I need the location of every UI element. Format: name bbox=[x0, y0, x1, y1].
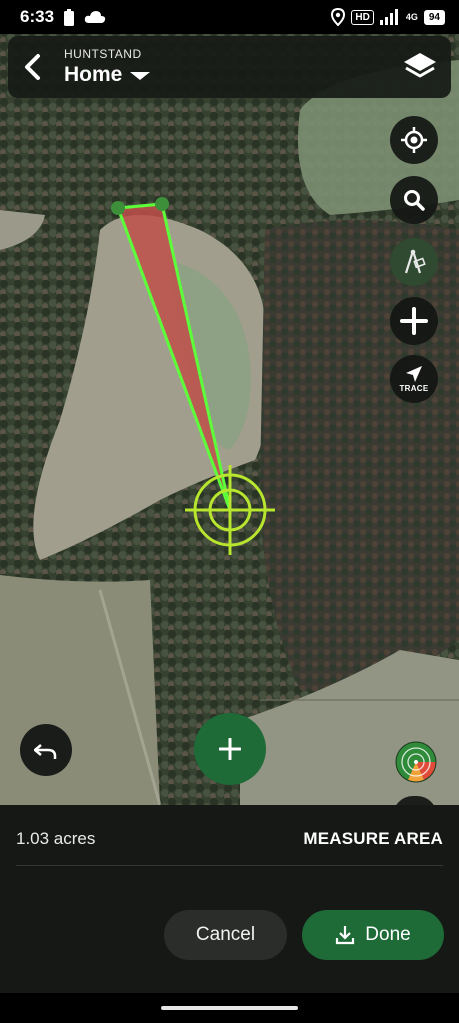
plus-icon bbox=[400, 307, 428, 335]
done-label: Done bbox=[365, 924, 411, 945]
add-button[interactable] bbox=[390, 297, 438, 345]
plus-icon bbox=[219, 738, 241, 760]
cancel-button[interactable]: Cancel bbox=[164, 910, 287, 960]
wind-radar-icon bbox=[395, 741, 437, 783]
trace-button[interactable]: TRACE bbox=[390, 355, 438, 403]
battery-indicator: 94 bbox=[423, 9, 445, 25]
home-gesture-handle[interactable] bbox=[161, 1006, 298, 1010]
undo-button[interactable] bbox=[20, 724, 72, 776]
measure-summary: 1.03 acres MEASURE AREA bbox=[16, 829, 443, 849]
location-icon bbox=[331, 8, 346, 26]
done-button[interactable]: Done bbox=[302, 910, 444, 960]
download-icon bbox=[336, 926, 355, 945]
crosshair-locate-icon bbox=[401, 127, 427, 153]
clock: 6:33 bbox=[20, 7, 55, 26]
trace-label: TRACE bbox=[399, 384, 429, 393]
cloud-icon bbox=[84, 11, 106, 23]
map-title-block[interactable]: HUNTSTAND Home bbox=[64, 47, 151, 87]
system-nav-bar bbox=[0, 993, 459, 1023]
app-name: HUNTSTAND bbox=[64, 47, 142, 61]
add-point-button[interactable] bbox=[194, 713, 266, 785]
layers-button[interactable] bbox=[389, 36, 451, 98]
undo-icon bbox=[34, 744, 57, 759]
vertex-handle[interactable] bbox=[155, 197, 169, 211]
measure-tool-button[interactable] bbox=[390, 238, 438, 286]
chevron-left-icon bbox=[25, 54, 40, 80]
status-bar: 6:33 HD 4G 94 bbox=[0, 0, 459, 34]
area-value: 1.03 acres bbox=[16, 829, 96, 848]
hd-badge: HD bbox=[351, 9, 374, 25]
wind-radar-button[interactable] bbox=[394, 740, 438, 784]
network-type: 4G bbox=[405, 11, 418, 22]
battery-saver-icon bbox=[64, 8, 75, 26]
map-header: HUNTSTAND Home bbox=[8, 36, 451, 98]
locate-button[interactable] bbox=[390, 116, 438, 164]
aerial-imagery bbox=[0, 0, 459, 805]
measure-panel: 1.03 acres MEASURE AREA Cancel Done bbox=[0, 805, 459, 993]
cell-signal-icon bbox=[379, 9, 398, 25]
screen: HUNTSTAND Home TRACE 6:33 HD 4G 94 1.03 … bbox=[0, 0, 459, 1023]
compass-ruler-icon bbox=[404, 249, 426, 274]
search-button[interactable] bbox=[390, 176, 438, 224]
map-selector[interactable]: Home bbox=[64, 63, 151, 87]
vertex-handle[interactable] bbox=[111, 201, 125, 215]
search-icon bbox=[404, 190, 425, 211]
measure-mode-label: MEASURE AREA bbox=[303, 829, 443, 848]
cancel-label: Cancel bbox=[195, 924, 256, 945]
caret-down-icon bbox=[130, 72, 151, 80]
map-view[interactable]: HUNTSTAND Home TRACE bbox=[0, 0, 459, 805]
divider bbox=[16, 865, 443, 866]
back-button[interactable] bbox=[8, 36, 56, 98]
layers-icon bbox=[404, 53, 436, 78]
trace-arrow-icon bbox=[406, 366, 422, 382]
map-name: Home bbox=[64, 63, 123, 86]
